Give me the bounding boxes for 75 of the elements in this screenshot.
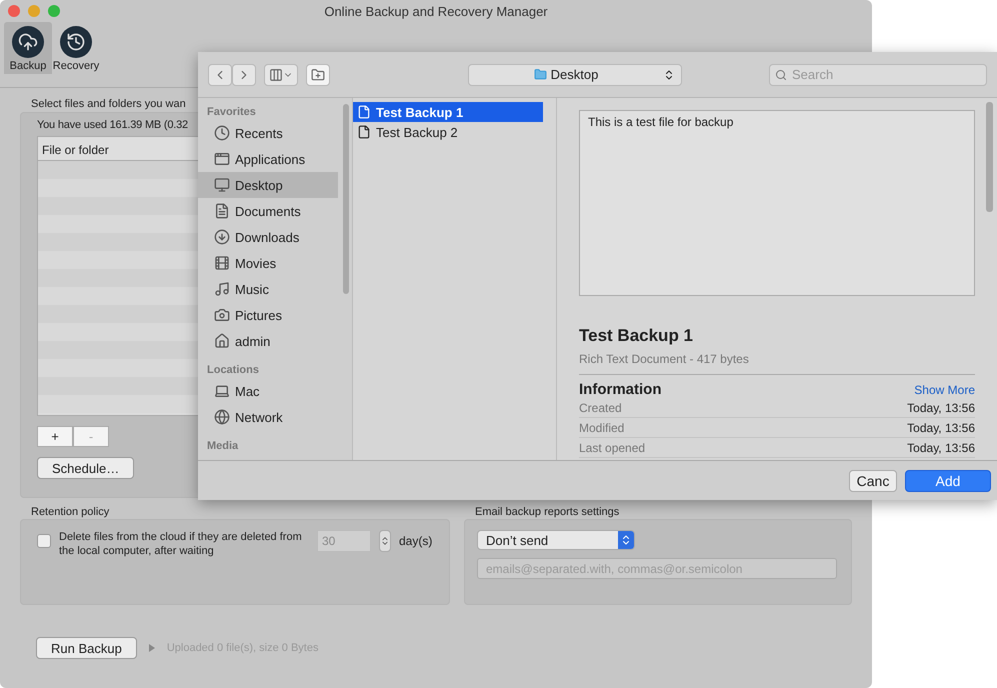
folder-icon [534, 68, 547, 81]
sidebar-item[interactable]: Downloads [198, 224, 338, 250]
sidebar-item[interactable]: Documents [198, 198, 338, 224]
music-note-icon [214, 281, 230, 297]
document-preview: This is a test file for backup [579, 110, 975, 296]
columns-icon [269, 68, 283, 82]
unit-text: day(s) [399, 534, 432, 548]
instruction-text: Select files and folders you wan [31, 98, 186, 110]
sidebar-heading: Favorites [206, 105, 257, 120]
stepper-icon [618, 531, 634, 549]
stepper-icon [663, 68, 675, 80]
show-more-link[interactable]: Show More [914, 382, 975, 396]
window-icon [214, 151, 230, 167]
toolbar-tab[interactable]: Recovery [52, 22, 100, 74]
new-folder-icon [311, 68, 325, 82]
sidebar-item[interactable]: Movies [198, 250, 338, 276]
info-value: Today, 13:56 [907, 420, 975, 434]
new-folder-button[interactable] [306, 64, 330, 86]
scrollbar[interactable] [986, 102, 993, 212]
back-button[interactable] [208, 64, 232, 86]
monitor-icon [214, 177, 230, 193]
forward-button[interactable] [232, 64, 256, 86]
add-button[interactable]: + [37, 426, 73, 447]
info-label: Created [579, 400, 622, 414]
document-icon [357, 125, 371, 139]
sidebar-item[interactable]: admin [198, 328, 338, 354]
search-icon [775, 68, 787, 80]
globe-icon [214, 409, 230, 425]
document-icon [214, 203, 230, 219]
download-icon [214, 229, 230, 245]
section-title: Retention policy [31, 506, 110, 518]
file-item[interactable]: Test Backup 1 [353, 102, 543, 122]
sidebar-item[interactable]: Pictures [198, 302, 338, 328]
history-icon [60, 26, 92, 58]
section-title: Email backup reports settings [475, 506, 620, 518]
location-select[interactable]: Desktop [468, 64, 682, 86]
view-button[interactable] [264, 64, 298, 86]
info-label: Last opened [579, 440, 646, 454]
film-icon [214, 255, 230, 271]
toolbar-tab[interactable]: Backup [4, 22, 52, 74]
window-title: Online Backup and Recovery Manager [323, 4, 549, 18]
usage-text: You have used 161.39 MB (0.32 [37, 119, 188, 131]
cancel-button[interactable]: Canc [849, 470, 897, 492]
add-button[interactable]: Add [905, 470, 991, 492]
info-value: Today, 13:56 [907, 440, 975, 454]
info-label: Modified [579, 420, 624, 434]
camera-icon [214, 307, 230, 323]
report-select[interactable]: Don’t send [477, 530, 635, 550]
document-icon [357, 105, 371, 119]
clock-icon [214, 125, 230, 141]
cloud-upload-icon [12, 26, 44, 58]
disclosure-triangle-icon[interactable] [148, 644, 155, 652]
sidebar-heading: Media [206, 439, 240, 454]
preview-title: Test Backup 1 [579, 326, 694, 346]
schedule-button[interactable]: Schedule… [37, 457, 134, 479]
run-backup-button[interactable]: Run Backup [36, 637, 137, 659]
scrollbar[interactable] [343, 104, 349, 294]
preview-subtitle: Rich Text Document - 417 bytes [579, 352, 975, 375]
house-icon [214, 333, 230, 349]
sidebar-item[interactable]: Desktop [198, 172, 338, 198]
laptop-icon [214, 383, 230, 399]
minimize-button[interactable] [28, 5, 40, 17]
close-button[interactable] [8, 5, 20, 17]
sidebar-heading: Locations [206, 363, 260, 378]
stepper-icon[interactable] [379, 530, 391, 552]
info-value: Today, 13:56 [907, 400, 975, 414]
search-field[interactable]: Search [769, 64, 987, 86]
checkbox-label: Delete files from the cloud if they are deleted from the local computer, after waiting [59, 530, 303, 558]
file-item[interactable]: Test Backup 2 [353, 122, 543, 142]
checkbox[interactable] [37, 534, 51, 548]
zoom-button[interactable] [48, 5, 60, 17]
sidebar-item[interactable]: Music [198, 276, 338, 302]
sidebar-item[interactable]: Network [198, 404, 338, 430]
sidebar-item[interactable]: Mac [198, 378, 338, 404]
info-heading: Information [579, 381, 662, 398]
